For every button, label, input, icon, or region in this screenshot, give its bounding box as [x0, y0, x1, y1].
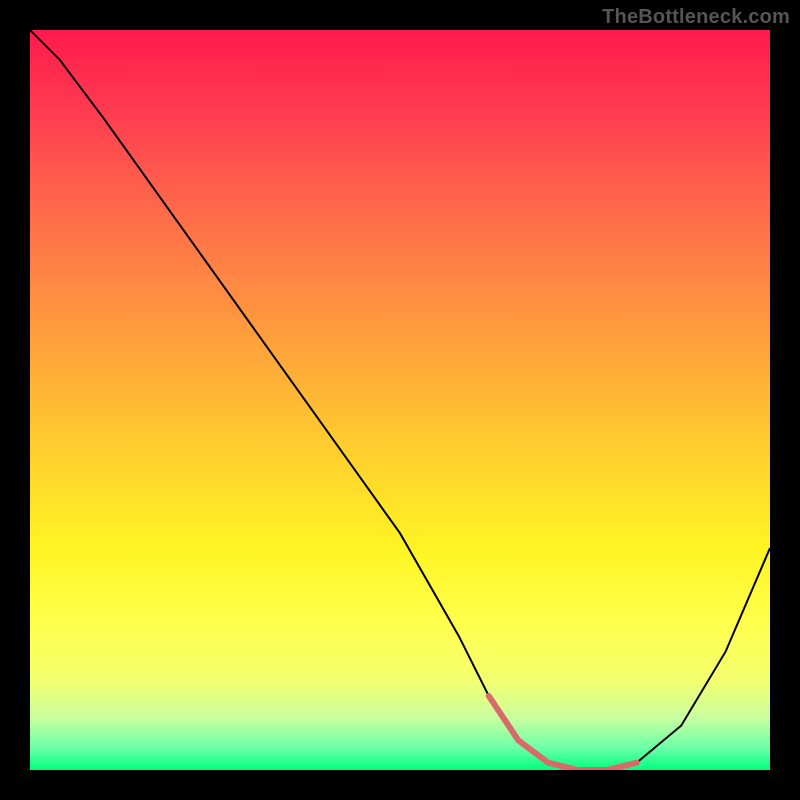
heat-gradient-background — [30, 30, 770, 770]
chart-frame: TheBottleneck.com — [0, 0, 800, 800]
watermark-text: TheBottleneck.com — [602, 6, 790, 29]
plot-area — [30, 30, 770, 770]
